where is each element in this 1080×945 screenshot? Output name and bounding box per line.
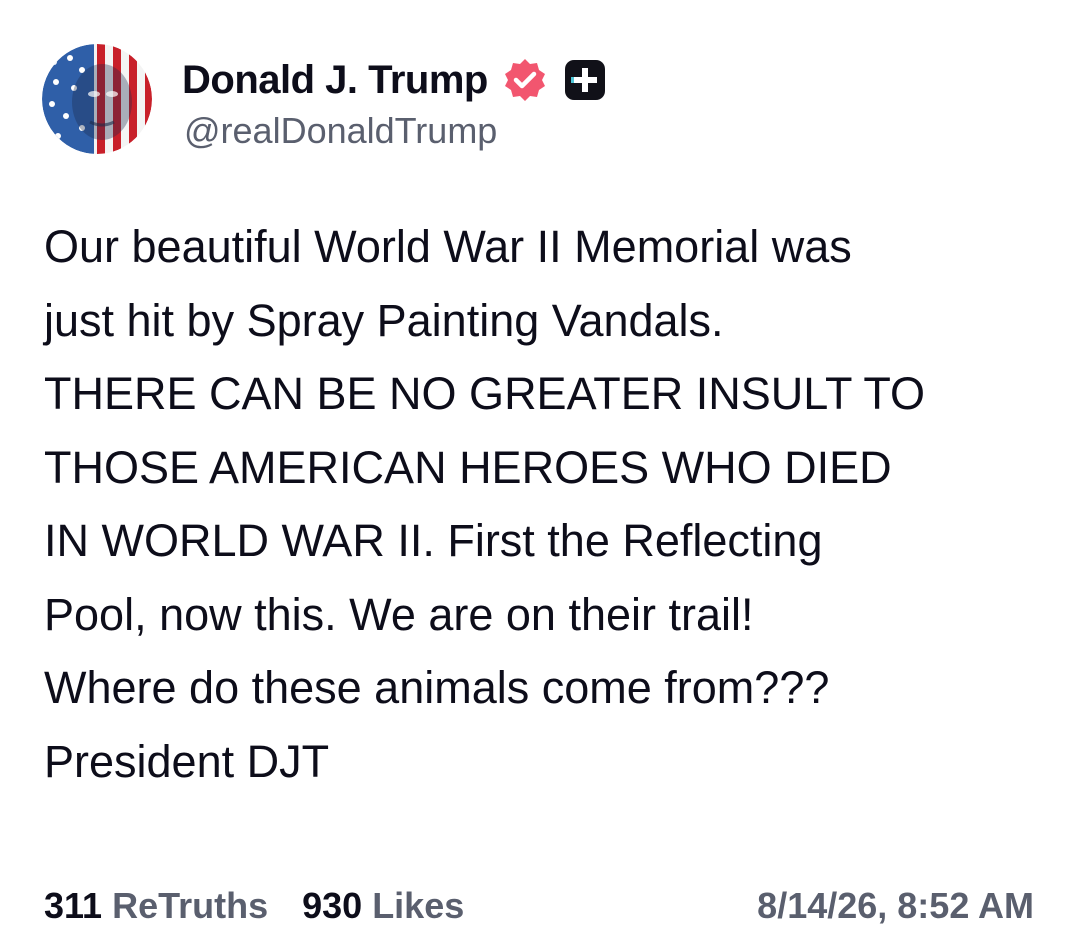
- author-row: Donald J. Trump: [182, 52, 608, 108]
- post-stats: 311 ReTruths 930 Likes: [44, 880, 498, 932]
- verified-badge-icon: [502, 57, 548, 103]
- post-line: IN WORLD WAR II. First the Reflecting: [44, 515, 823, 566]
- post-line: just hit by Spray Painting Vandals.: [44, 294, 724, 346]
- plus-box-icon: [562, 57, 608, 103]
- retruths-count: 311: [44, 885, 103, 926]
- post-line: President DJT: [44, 735, 330, 787]
- likes-count: 930: [302, 885, 363, 926]
- post-timestamp[interactable]: 8/14/26, 8:52 AM: [757, 880, 1034, 932]
- avatar[interactable]: [42, 44, 152, 154]
- post-line: Pool, now this. We are on their trail!: [44, 588, 754, 640]
- post-line: Our beautiful World War II Memorial was: [44, 221, 852, 272]
- post-line: THERE CAN BE NO GREATER INSULT TO: [44, 368, 925, 419]
- retruths-label: ReTruths: [112, 885, 269, 926]
- likes-label: Likes: [372, 885, 465, 926]
- post-line: Where do these animals come from???: [44, 662, 830, 713]
- post-line: THOSE AMERICAN HEROES WHO DIED: [44, 441, 892, 493]
- post-card: Donald J. Trump @realDonaldTrump Our bea…: [0, 0, 1080, 945]
- likes-stat[interactable]: 930 Likes: [302, 885, 464, 927]
- display-name[interactable]: Donald J. Trump: [182, 58, 488, 103]
- post-text: Our beautiful World War II Memorial was …: [44, 210, 1054, 798]
- retruths-stat[interactable]: 311 ReTruths: [44, 885, 268, 927]
- author-handle[interactable]: @realDonaldTrump: [184, 110, 497, 152]
- avatar-image: [42, 44, 152, 154]
